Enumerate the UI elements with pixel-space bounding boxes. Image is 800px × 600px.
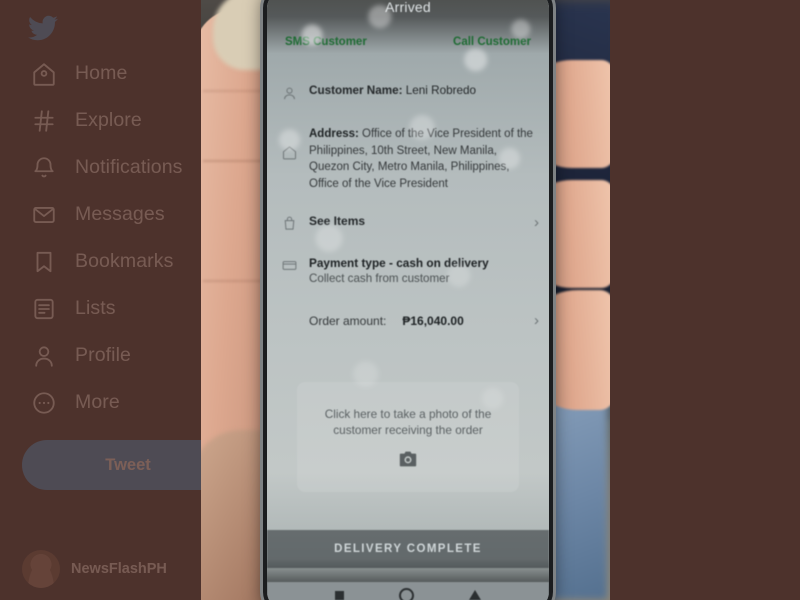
delivery-complete-button[interactable]: DELIVERY COMPLETE — [267, 530, 549, 568]
see-items-row[interactable]: See Items › — [279, 214, 539, 232]
card-icon — [279, 256, 299, 274]
square-icon[interactable] — [334, 590, 344, 600]
customer-name-row: Customer Name: Leni Robredo — [279, 84, 539, 102]
sms-customer-button[interactable]: SMS Customer — [285, 36, 367, 48]
see-items-label: See Items — [309, 214, 366, 228]
payment-sub-label: Collect cash from customer — [309, 272, 450, 285]
address-text: Address: Office of the Vice President of… — [309, 126, 539, 192]
photo-phone-body: Arrived SMS Customer Call Customer Custo… — [263, 0, 553, 600]
call-customer-button[interactable]: Call Customer — [453, 36, 531, 48]
lightbox-photo[interactable]: Arrived SMS Customer Call Customer Custo… — [201, 0, 610, 600]
order-amount-text: Order amount: ₱16,040.00 — [309, 314, 524, 328]
payment-text: Payment type - cash on delivery Collect … — [309, 256, 539, 285]
camera-icon — [297, 450, 519, 472]
payment-row: Payment type - cash on delivery Collect … — [279, 256, 539, 285]
payment-type-label: Payment type - cash on delivery — [309, 256, 489, 270]
receipt-icon — [279, 314, 299, 315]
chevron-right-icon: › — [534, 312, 539, 329]
contact-actions: SMS Customer Call Customer — [267, 36, 549, 48]
photo-cta-line-1: Click here to take a photo of the — [324, 407, 492, 421]
circle-icon[interactable] — [398, 587, 414, 600]
order-amount-value: ₱16,040.00 — [402, 314, 464, 328]
photo-phone-screen: Arrived SMS Customer Call Customer Custo… — [267, 0, 549, 600]
triangle-back-icon[interactable] — [469, 590, 482, 600]
customer-name-text: Customer Name: Leni Robredo — [309, 84, 539, 97]
home-icon — [279, 126, 299, 161]
take-photo-button[interactable]: Click here to take a photo of the custom… — [297, 382, 519, 492]
customer-name-value: Leni Robredo — [402, 84, 476, 97]
bag-icon — [279, 214, 299, 232]
address-label: Address: — [309, 128, 359, 140]
android-nav-bar — [267, 582, 549, 600]
order-amount-row[interactable]: Order amount: ₱16,040.00 › — [279, 312, 539, 329]
photo-cta-line-2: customer receiving the order — [333, 423, 483, 437]
person-icon — [279, 84, 299, 102]
screenshot-root: Home Explore Notifications Messages — [0, 0, 800, 600]
delivery-app-screen: Arrived SMS Customer Call Customer Custo… — [267, 0, 549, 600]
customer-name-label: Customer Name: — [309, 84, 403, 97]
app-title: Arrived — [385, 0, 431, 15]
chevron-right-icon: › — [534, 214, 539, 231]
order-amount-label: Order amount: — [309, 314, 387, 328]
address-row: Address: Office of the Vice President of… — [279, 126, 539, 192]
